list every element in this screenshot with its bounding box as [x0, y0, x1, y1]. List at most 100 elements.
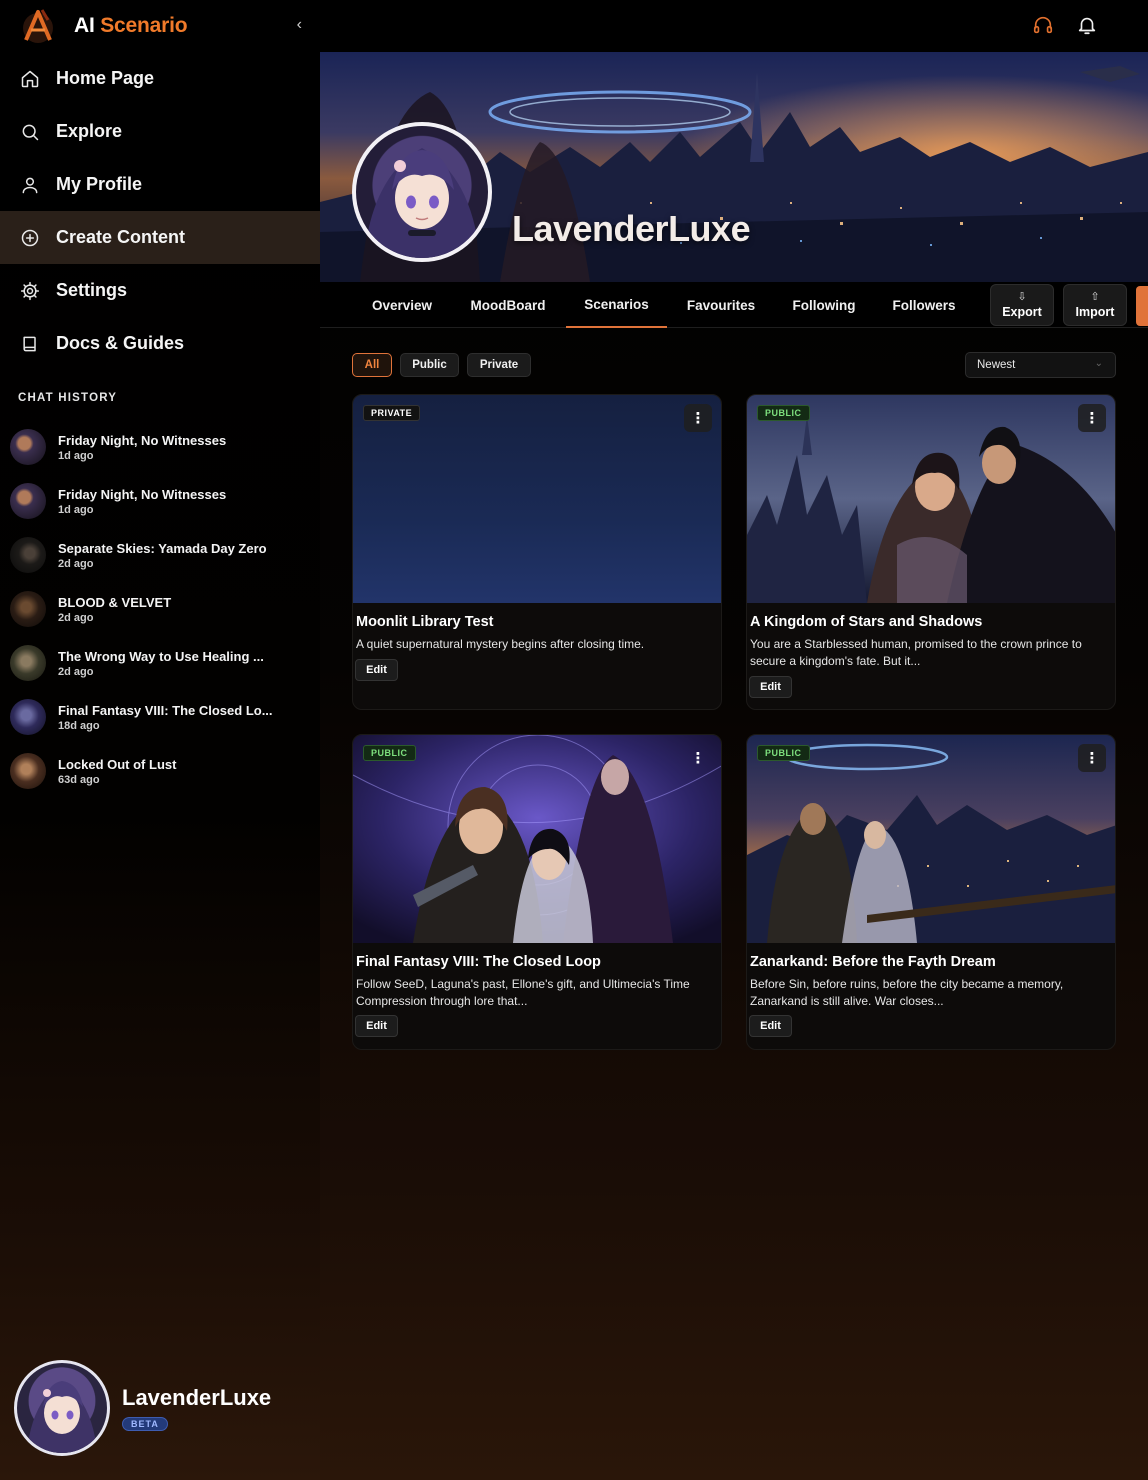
nav-item-settings[interactable]: Settings: [0, 264, 320, 317]
nav-label: Create Content: [56, 227, 186, 247]
import-label: Import: [1075, 305, 1115, 319]
visibility-badge: PRIVATE: [363, 405, 421, 421]
tab-following[interactable]: Following: [783, 282, 865, 328]
more-actions-button[interactable]: [1136, 286, 1148, 326]
card-menu-button[interactable]: ⋮: [1078, 744, 1106, 772]
top-bar: [320, 0, 1148, 52]
chat-history-item[interactable]: Friday Night, No Witnesses 1d ago: [10, 474, 310, 528]
card-menu-button[interactable]: ⋮: [1078, 404, 1106, 432]
collapse-sidebar-button[interactable]: ‹: [297, 16, 302, 34]
nav-label: My Profile: [56, 174, 143, 194]
scenario-title: Moonlit Library Test: [356, 614, 494, 630]
edit-button[interactable]: Edit: [355, 1015, 398, 1037]
edit-button[interactable]: Edit: [749, 1015, 792, 1037]
current-user[interactable]: LavenderLuxe BETA: [14, 1360, 271, 1456]
download-icon: ⇩: [1017, 291, 1027, 303]
scenario-card[interactable]: PRIVATE ⋮ Moonlit Library Test A quiet s…: [352, 394, 722, 710]
brand-scenario: Scenario: [100, 14, 188, 37]
home-icon: [21, 70, 39, 87]
chat-title: Friday Night, No Witnesses: [58, 486, 227, 502]
visibility-badge: PUBLIC: [757, 745, 810, 761]
scenario-card[interactable]: PUBLIC ⋮ Final Fantasy VIII: The Closed …: [352, 734, 722, 1050]
chat-avatar: [10, 699, 46, 735]
scenario-cover-image: [747, 735, 1115, 943]
brand-ai: AI: [74, 14, 95, 37]
scenario-title: Final Fantasy VIII: The Closed Loop: [356, 954, 601, 970]
nav-item-my-profile[interactable]: My Profile: [0, 158, 320, 211]
chat-history-item[interactable]: Final Fantasy VIII: The Closed Lo... 18d …: [10, 690, 310, 744]
chat-history-list: Friday Night, No Witnesses 1d ago Friday …: [10, 420, 310, 798]
scenario-card[interactable]: PUBLIC ⋮ Zanarkand: Before the Fayth Dre…: [746, 734, 1116, 1050]
beta-badge: BETA: [122, 1416, 168, 1431]
chat-time: 1d ago: [58, 449, 94, 462]
tab-scenarios[interactable]: Scenarios: [566, 282, 667, 328]
chat-title: Final Fantasy VIII: The Closed Lo...: [58, 702, 273, 718]
import-button[interactable]: ⇧ Import: [1063, 284, 1127, 326]
chat-history-heading: CHAT HISTORY: [18, 392, 118, 404]
scenario-description: Follow SeeD, Laguna's past, Ellone's gif…: [356, 977, 690, 1008]
scenario-description: A quiet supernatural mystery begins afte…: [356, 637, 645, 651]
user-avatar: [14, 1360, 110, 1456]
scenario-cover-image: [747, 395, 1115, 603]
chat-avatar: [10, 591, 46, 627]
chat-time: 2d ago: [58, 611, 94, 624]
export-button[interactable]: ⇩ Export: [990, 284, 1054, 326]
user-icon: [22, 177, 38, 193]
scenario-title: A Kingdom of Stars and Shadows: [750, 614, 983, 630]
chat-history-item[interactable]: Locked Out of Lust 63d ago: [10, 744, 310, 798]
bell-icon[interactable]: [1076, 14, 1098, 36]
profile-name: LavenderLuxe: [512, 208, 751, 249]
scenario-card[interactable]: PUBLIC ⋮ A Kingdom of Stars and Shadows …: [746, 394, 1116, 710]
chevron-down-icon: ⌄: [1094, 358, 1103, 369]
tab-moodboard[interactable]: MoodBoard: [460, 282, 556, 328]
card-menu-button[interactable]: ⋮: [684, 744, 712, 772]
nav-item-docs-guides[interactable]: Docs & Guides: [0, 317, 320, 370]
chat-title: Locked Out of Lust: [58, 756, 177, 772]
upload-icon: ⇧: [1090, 291, 1100, 303]
chat-history-item[interactable]: The Wrong Way to Use Healing ... 2d ago: [10, 636, 310, 690]
tab-favourites[interactable]: Favourites: [677, 282, 765, 328]
plus-circle-icon: [21, 229, 39, 246]
nav-label: Settings: [56, 280, 128, 300]
chat-avatar: [10, 429, 46, 465]
filter-all[interactable]: All: [352, 353, 392, 377]
search-icon: [22, 124, 39, 140]
filter-public[interactable]: Public: [400, 353, 459, 377]
tab-followers[interactable]: Followers: [883, 282, 965, 328]
edit-button[interactable]: Edit: [749, 676, 792, 698]
chat-history-item[interactable]: BLOOD & VELVET 2d ago: [10, 582, 310, 636]
sort-select[interactable]: Newest ⌄: [965, 352, 1116, 378]
main-nav: Home Page Explore My Profile Create Cont…: [0, 52, 320, 370]
book-icon: [23, 336, 36, 351]
nav-item-create-content[interactable]: Create Content: [0, 211, 320, 264]
scenario-cover-image: [353, 735, 721, 943]
headphones-icon[interactable]: [1032, 14, 1054, 36]
chat-time: 63d ago: [58, 773, 100, 786]
chat-avatar: [10, 753, 46, 789]
chat-time: 1d ago: [58, 503, 94, 516]
tab-overview[interactable]: Overview: [360, 282, 444, 328]
profile-avatar[interactable]: [352, 122, 492, 262]
chat-avatar: [10, 483, 46, 519]
card-menu-button[interactable]: ⋮: [684, 404, 712, 432]
scenario-description: You are a Starblessed human, promised to…: [750, 637, 1082, 668]
brand[interactable]: AI Scenario ‹: [18, 4, 314, 48]
chat-history-item[interactable]: Friday Night, No Witnesses 1d ago: [10, 420, 310, 474]
chat-title: Friday Night, No Witnesses: [58, 432, 227, 448]
profile-tabs: Overview MoodBoard Scenarios Favourites …: [320, 282, 1148, 328]
brand-logo-icon: [18, 6, 58, 46]
nav-label: Explore: [56, 121, 123, 141]
chat-avatar: [10, 645, 46, 681]
edit-button[interactable]: Edit: [355, 659, 398, 681]
nav-label: Docs & Guides: [56, 333, 185, 353]
chat-time: 2d ago: [58, 557, 94, 570]
export-label: Export: [1002, 305, 1042, 319]
nav-item-explore[interactable]: Explore: [0, 105, 320, 158]
scenario-cover-image: [353, 395, 721, 603]
user-name: LavenderLuxe: [122, 1384, 272, 1410]
nav-item-home[interactable]: Home Page: [0, 52, 320, 105]
filter-private[interactable]: Private: [467, 353, 531, 377]
sort-value: Newest: [977, 359, 1016, 371]
scenario-title: Zanarkand: Before the Fayth Dream: [750, 954, 996, 970]
chat-history-item[interactable]: Separate Skies: Yamada Day Zero 2d ago: [10, 528, 310, 582]
